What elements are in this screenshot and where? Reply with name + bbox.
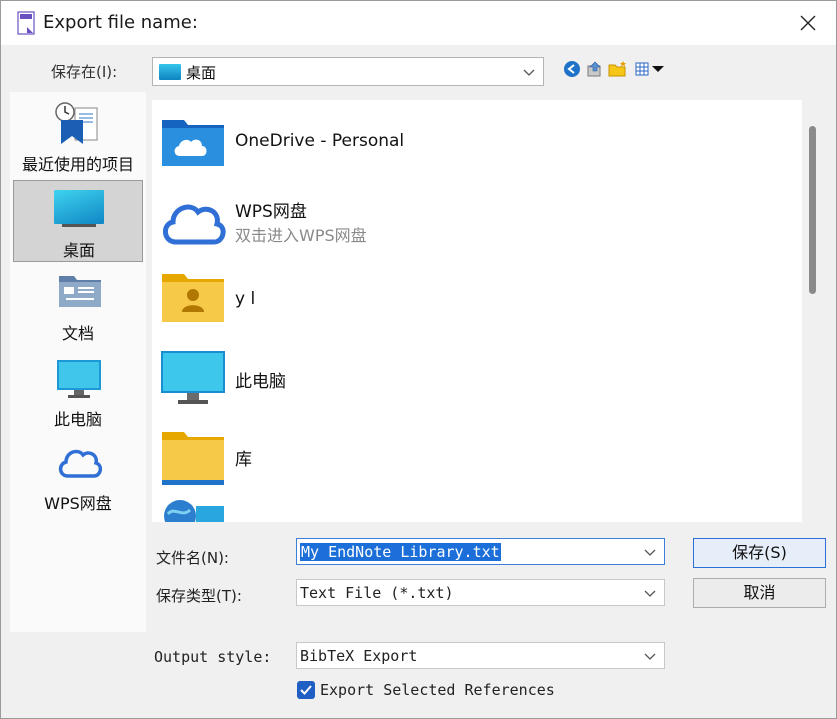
list-item-library[interactable]: 库 — [152, 420, 792, 494]
list-item-onedrive[interactable]: OneDrive - Personal — [152, 106, 792, 180]
file-name: y l — [235, 289, 256, 309]
close-icon — [800, 15, 816, 31]
back-icon[interactable] — [562, 59, 582, 79]
output-style-value: BibTeX Export — [300, 647, 418, 665]
file-name: WPS网盘 — [235, 202, 307, 222]
up-folder-icon[interactable] — [585, 59, 605, 79]
export-dialog: Export file name: 保存在(I): 桌面 最近使用的项目 桌面 … — [0, 0, 837, 719]
places-bar: 最近使用的项目 桌面 文档 此电脑 WPS网盘 — [10, 92, 146, 632]
documents-icon — [59, 276, 101, 307]
cancel-button[interactable]: 取消 — [693, 578, 826, 608]
place-label-documents: 文档 — [61, 324, 94, 343]
place-this-pc[interactable]: 此电脑 — [13, 354, 143, 434]
file-name: OneDrive - Personal — [235, 131, 405, 151]
chevron-down-icon — [523, 69, 535, 76]
onedrive-folder-icon — [162, 120, 224, 166]
place-label-recent: 最近使用的项目 — [21, 155, 134, 174]
wps-cloud-icon — [163, 204, 226, 245]
export-selected-checkbox[interactable] — [297, 681, 315, 699]
list-item-user-folder[interactable]: y l — [152, 264, 792, 338]
view-menu-icon[interactable] — [633, 59, 665, 79]
file-subtitle: 双击进入WPS网盘 — [235, 226, 367, 245]
scroll-thumb[interactable] — [809, 126, 816, 294]
filetype-label: 保存类型(T): — [156, 587, 242, 605]
this-pc-icon — [57, 360, 101, 398]
save-in-dropdown[interactable]: 桌面 — [152, 57, 544, 86]
wps-cloud-icon — [58, 449, 103, 478]
place-label-desktop: 桌面 — [62, 241, 95, 260]
chevron-down-icon[interactable] — [642, 544, 658, 560]
output-style-dropdown[interactable]: BibTeX Export — [296, 642, 665, 669]
new-folder-icon[interactable] — [608, 59, 628, 79]
filename-label: 文件名(N): — [156, 549, 229, 567]
place-documents[interactable]: 文档 — [13, 268, 143, 348]
list-item-network[interactable] — [152, 496, 792, 522]
desktop-stand — [62, 224, 96, 227]
network-icon — [164, 500, 224, 522]
checkmark-icon — [300, 685, 312, 695]
filetype-dropdown[interactable]: Text File (*.txt) — [296, 579, 665, 606]
list-item-this-pc[interactable]: 此电脑 — [152, 342, 792, 416]
desktop-folder-icon — [159, 64, 181, 80]
window-title: Export file name: — [43, 12, 198, 33]
file-name: 此电脑 — [235, 372, 286, 392]
file-list: OneDrive - Personal WPS网盘 双击进入WPS网盘 y l — [152, 100, 802, 522]
filetype-value: Text File (*.txt) — [300, 584, 454, 602]
monitor-icon — [161, 351, 225, 404]
user-folder-icon — [162, 274, 224, 322]
place-recent-items[interactable]: 最近使用的项目 — [13, 94, 143, 178]
file-list-scrollbar[interactable] — [804, 100, 821, 522]
list-item-wps-cloud[interactable]: WPS网盘 双击进入WPS网盘 — [152, 186, 792, 260]
chevron-down-icon — [644, 653, 656, 660]
save-in-value: 桌面 — [186, 64, 217, 82]
place-wps-cloud[interactable]: WPS网盘 — [13, 440, 143, 520]
file-name: 库 — [235, 450, 252, 470]
output-style-label: Output style: — [154, 648, 272, 666]
place-label-this-pc: 此电脑 — [53, 410, 102, 429]
place-label-wps: WPS网盘 — [44, 494, 112, 513]
place-desktop[interactable]: 桌面 — [13, 180, 143, 262]
desktop-icon — [54, 190, 104, 224]
filename-value: My EndNote Library.txt — [300, 543, 501, 561]
export-selected-label[interactable]: Export Selected References — [320, 681, 555, 699]
save-in-label: 保存在(I): — [51, 63, 118, 81]
endnote-app-icon — [17, 11, 35, 35]
library-folder-icon — [162, 432, 224, 485]
title-bar: Export file name: — [1, 1, 836, 45]
save-button[interactable]: 保存(S) — [693, 538, 826, 568]
chevron-down-icon — [644, 590, 656, 597]
recent-items-icon — [55, 102, 98, 144]
close-button[interactable] — [788, 5, 828, 41]
filename-input[interactable]: My EndNote Library.txt — [296, 538, 665, 565]
